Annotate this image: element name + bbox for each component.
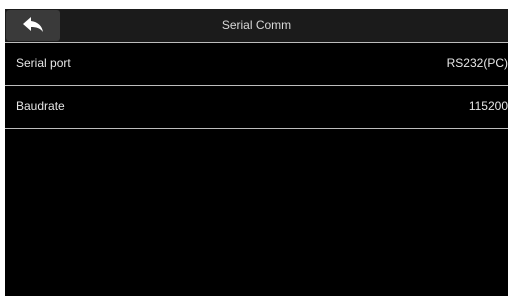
setting-row-serial-port[interactable]: Serial port RS232(PC): [5, 42, 508, 84]
serial-port-value: RS232(PC): [446, 56, 508, 70]
serial-port-label: Serial port: [16, 56, 71, 70]
back-button[interactable]: [6, 10, 60, 41]
list-divider: [5, 128, 508, 129]
page-title: Serial Comm: [221, 18, 292, 32]
device-screen: Serial Comm Serial port RS232(PC) Baudra…: [5, 9, 508, 296]
back-arrow-icon: [23, 17, 43, 32]
baudrate-label: Baudrate: [16, 99, 65, 113]
setting-row-baudrate[interactable]: Baudrate 115200: [5, 85, 508, 127]
title-bar: Serial Comm: [5, 9, 508, 42]
baudrate-value: 115200: [468, 99, 508, 113]
